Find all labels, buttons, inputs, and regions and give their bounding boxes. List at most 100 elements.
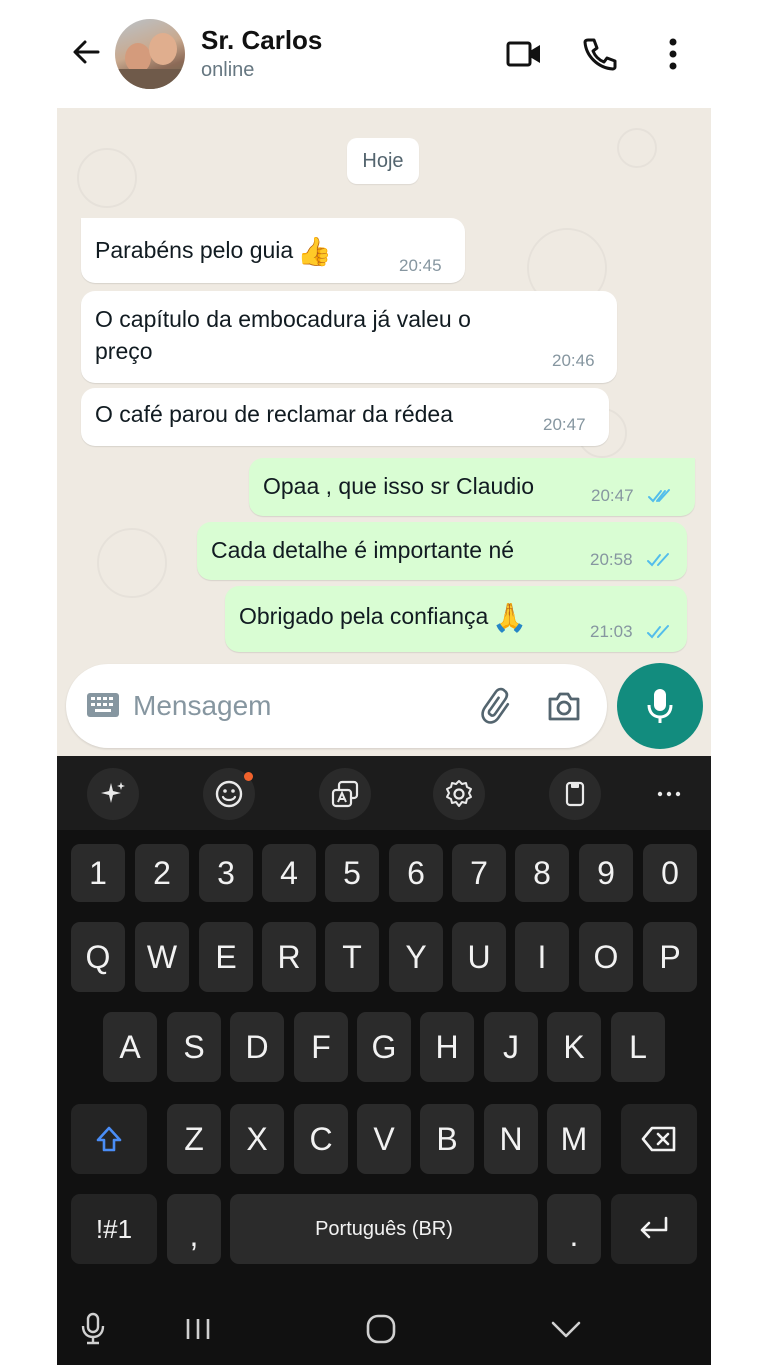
key-q[interactable]: Q [71, 922, 125, 992]
chat-header: Sr. Carlos online [0, 0, 768, 108]
key-g[interactable]: G [357, 1012, 411, 1082]
keyboard-toolbar [57, 756, 711, 830]
key-z[interactable]: Z [167, 1104, 221, 1174]
key-4[interactable]: 4 [262, 844, 316, 902]
settings-icon [446, 780, 472, 807]
key-6[interactable]: 6 [389, 844, 443, 902]
period-key[interactable]: . [547, 1194, 601, 1264]
outgoing-message[interactable]: Obrigado pela confiança 🙏 21:03 [225, 586, 687, 652]
key-i[interactable]: I [515, 922, 569, 992]
wallpaper-doodle [97, 528, 167, 598]
message-text: O capítulo da embocadura já valeu o preç… [95, 303, 471, 367]
key-o[interactable]: O [579, 922, 633, 992]
key-9[interactable]: 9 [579, 844, 633, 902]
sparkle-icon [101, 782, 125, 803]
key-p[interactable]: P [643, 922, 697, 992]
key-t[interactable]: T [325, 922, 379, 992]
emoji-button[interactable] [203, 768, 255, 820]
message-text: Obrigado pela confiança 🙏 [239, 600, 527, 634]
read-receipt-icon [648, 489, 670, 503]
key-0[interactable]: 0 [643, 844, 697, 902]
read-receipt-icon [647, 625, 669, 639]
backspace-icon [641, 1126, 676, 1152]
message-text-line: preço [95, 338, 153, 364]
symbols-key[interactable]: !#1 [71, 1194, 157, 1264]
phone-call-icon[interactable] [580, 34, 620, 74]
ai-sparkle-button[interactable] [87, 768, 139, 820]
shift-icon [96, 1126, 122, 1152]
message-composer[interactable]: Mensagem [66, 664, 607, 748]
key-c[interactable]: C [294, 1104, 348, 1174]
key-3[interactable]: 3 [199, 844, 253, 902]
keyboard-more-button[interactable] [643, 768, 695, 820]
key-8[interactable]: 8 [515, 844, 569, 902]
translate-button[interactable] [319, 768, 371, 820]
wallpaper-doodle [617, 128, 657, 168]
clipboard-icon [565, 781, 585, 807]
avatar-photo-person [149, 33, 177, 65]
key-r[interactable]: R [262, 922, 316, 992]
message-input[interactable]: Mensagem [133, 690, 272, 722]
key-v[interactable]: V [357, 1104, 411, 1174]
message-text: Obrigado pela confiança [239, 603, 489, 629]
attach-icon[interactable] [478, 686, 518, 726]
backspace-key[interactable] [621, 1104, 697, 1174]
key-u[interactable]: U [452, 922, 506, 992]
message-time: 21:03 [590, 622, 633, 641]
key-a[interactable]: A [103, 1012, 157, 1082]
key-1[interactable]: 1 [71, 844, 125, 902]
key-y[interactable]: Y [389, 922, 443, 992]
chat-area[interactable]: Hoje Parabéns pelo guia 👍 20:45 O capítul… [57, 108, 711, 756]
enter-key[interactable] [611, 1194, 697, 1264]
message-text-line: O capítulo da embocadura já valeu o [95, 306, 471, 332]
wallpaper-doodle [77, 148, 137, 208]
on-screen-keyboard: 1 2 3 4 5 6 7 8 9 0 Q W E R T Y U I O P … [57, 756, 711, 1365]
video-call-icon[interactable] [504, 34, 544, 74]
key-e[interactable]: E [199, 922, 253, 992]
message-text: Parabéns pelo guia [95, 237, 294, 263]
keyboard-settings-button[interactable] [433, 768, 485, 820]
clipboard-button[interactable] [549, 768, 601, 820]
incoming-message[interactable]: O capítulo da embocadura já valeu o preç… [81, 291, 617, 383]
key-j[interactable]: J [484, 1012, 538, 1082]
space-bar[interactable]: Português (BR) [230, 1194, 538, 1264]
key-k[interactable]: K [547, 1012, 601, 1082]
keyboard-icon[interactable] [86, 692, 120, 718]
emoji-icon [215, 780, 243, 808]
key-2[interactable]: 2 [135, 844, 189, 902]
back-arrow-icon[interactable] [68, 34, 104, 70]
thumbs-up-emoji: 👍 [297, 235, 333, 267]
key-n[interactable]: N [484, 1104, 538, 1174]
microphone-icon [647, 689, 673, 723]
voice-input-icon[interactable] [79, 1311, 107, 1347]
incoming-message[interactable]: Parabéns pelo guia 👍 20:45 [81, 218, 465, 283]
voice-message-button[interactable] [617, 663, 703, 749]
message-time: 20:47 [591, 486, 634, 505]
home-icon[interactable] [363, 1311, 399, 1347]
key-5[interactable]: 5 [325, 844, 379, 902]
key-h[interactable]: H [420, 1012, 474, 1082]
key-d[interactable]: D [230, 1012, 284, 1082]
key-m[interactable]: M [547, 1104, 601, 1174]
hide-keyboard-icon[interactable] [549, 1315, 583, 1343]
notification-dot [244, 772, 253, 781]
message-text: O café parou de reclamar da rédea [95, 401, 453, 427]
key-b[interactable]: B [420, 1104, 474, 1174]
comma-key[interactable]: , [167, 1194, 221, 1264]
system-navigation-bar [57, 1291, 711, 1365]
more-options-icon[interactable] [653, 34, 693, 74]
contact-avatar[interactable] [115, 19, 185, 89]
key-f[interactable]: F [294, 1012, 348, 1082]
incoming-message[interactable]: O café parou de reclamar da rédea 20:47 [81, 388, 609, 446]
shift-key[interactable] [71, 1104, 147, 1174]
key-x[interactable]: X [230, 1104, 284, 1174]
outgoing-message[interactable]: Cada detalhe é importante né 20:58 [197, 522, 687, 580]
key-l[interactable]: L [611, 1012, 665, 1082]
key-s[interactable]: S [167, 1012, 221, 1082]
recent-apps-icon[interactable] [181, 1315, 215, 1343]
outgoing-message[interactable]: Opaa , que isso sr Claudio 20:47 [249, 458, 695, 516]
key-7[interactable]: 7 [452, 844, 506, 902]
key-w[interactable]: W [135, 922, 189, 992]
camera-icon[interactable] [544, 686, 584, 726]
contact-name[interactable]: Sr. Carlos [201, 25, 322, 56]
